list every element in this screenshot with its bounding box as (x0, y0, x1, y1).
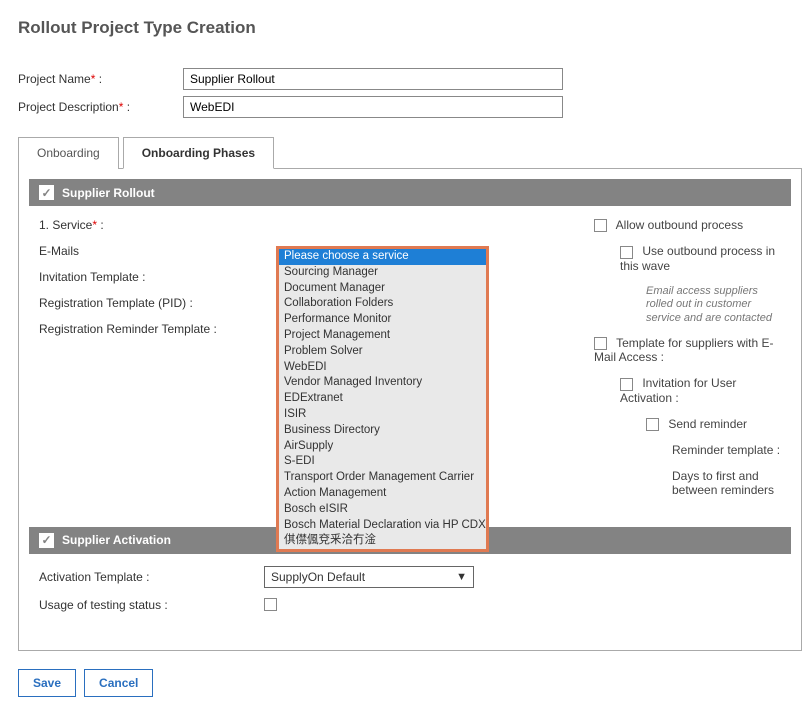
service-option[interactable]: AirSupply (279, 439, 486, 455)
tab-onboarding[interactable]: Onboarding (18, 137, 119, 169)
service-option[interactable]: 倛僸偑兗釆洽冇淦 (279, 533, 486, 549)
service-option[interactable]: Collaboration Folders (279, 296, 486, 312)
service-option[interactable]: Action Management (279, 486, 486, 502)
activation-template-select[interactable]: SupplyOn Default ▼ (264, 566, 474, 588)
service-option[interactable]: EDExtranet (279, 391, 486, 407)
project-desc-label: Project Description* : (18, 100, 183, 114)
service-label: 1. Service* : (39, 218, 274, 232)
tab-onboarding-phases[interactable]: Onboarding Phases (123, 137, 274, 169)
button-row: Save Cancel (18, 669, 802, 697)
reminder-template-label: Reminder template : (672, 443, 780, 457)
section-supplier-rollout: ✓ Supplier Rollout 1. Service* : E-Mails… (29, 179, 791, 517)
send-reminder-checkbox[interactable] (646, 418, 659, 431)
service-option[interactable]: Bosch Material Declaration via HP CDX (279, 518, 486, 534)
activation-template-label: Activation Template : (39, 570, 264, 584)
save-button[interactable]: Save (18, 669, 76, 697)
send-reminder-label: Send reminder (668, 417, 747, 431)
service-option[interactable]: Please choose a service (279, 249, 486, 265)
use-outbound-wave-label: Use outbound process in this wave (620, 244, 775, 272)
chevron-down-icon: ▼ (456, 571, 467, 583)
tab-strip: Onboarding Onboarding Phases (18, 136, 802, 169)
service-option[interactable]: Project Management (279, 328, 486, 344)
activation-template-value: SupplyOn Default (271, 570, 365, 584)
check-icon: ✓ (39, 185, 54, 200)
check-icon: ✓ (39, 533, 54, 548)
usage-testing-label: Usage of testing status : (39, 598, 264, 612)
service-option[interactable]: WebEDI (279, 360, 486, 376)
section-header-rollout: ✓ Supplier Rollout (29, 179, 791, 206)
allow-outbound-label: Allow outbound process (616, 218, 743, 232)
service-option[interactable]: Sourcing Manager (279, 265, 486, 281)
emails-label: E-Mails (39, 244, 274, 258)
project-name-label: Project Name* : (18, 72, 183, 86)
use-outbound-wave-checkbox[interactable] (620, 246, 633, 259)
days-first-between-label: Days to first and between reminders (672, 469, 774, 497)
invitation-user-activation-label: Invitation for User Activation : (620, 376, 736, 404)
service-option[interactable]: Vendor Managed Inventory (279, 375, 486, 391)
project-form: Project Name* : Project Description* : (18, 68, 802, 118)
service-option[interactable]: Document Manager (279, 281, 486, 297)
service-option[interactable]: S-EDI (279, 454, 486, 470)
project-desc-input[interactable] (183, 96, 563, 118)
service-option[interactable]: Problem Solver (279, 344, 486, 360)
registration-reminder-label: Registration Reminder Template : (39, 322, 274, 336)
template-email-access-label: Template for suppliers with E-Mail Acces… (594, 336, 774, 364)
project-name-input[interactable] (183, 68, 563, 90)
usage-testing-checkbox[interactable] (264, 598, 277, 611)
service-option[interactable]: Performance Monitor (279, 312, 486, 328)
service-option[interactable]: Transport Order Management Carrier (279, 470, 486, 486)
invitation-template-label: Invitation Template : (39, 270, 274, 284)
page-title: Rollout Project Type Creation (18, 18, 802, 38)
service-option[interactable]: Bosch eISIR (279, 502, 486, 518)
template-email-access-checkbox[interactable] (594, 337, 607, 350)
service-option[interactable]: ISIR (279, 407, 486, 423)
tab-body: ✓ Supplier Rollout 1. Service* : E-Mails… (18, 169, 802, 651)
service-dropdown[interactable]: Please choose a serviceSourcing ManagerD… (276, 246, 489, 552)
registration-template-label: Registration Template (PID) : (39, 296, 274, 310)
allow-outbound-checkbox[interactable] (594, 219, 607, 232)
outbound-note: Email access suppliers rolled out in cus… (646, 285, 781, 326)
service-option[interactable]: Business Directory (279, 423, 486, 439)
cancel-button[interactable]: Cancel (84, 669, 153, 697)
invitation-user-activation-checkbox[interactable] (620, 378, 633, 391)
